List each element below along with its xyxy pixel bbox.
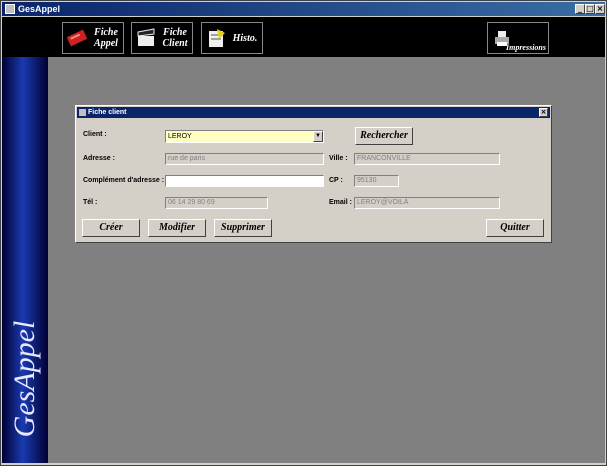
creer-button[interactable]: Créer: [82, 219, 140, 237]
client-select-value: LEROY: [168, 133, 192, 140]
sidebar: GesAppel: [2, 57, 48, 463]
ticket-icon: [66, 29, 88, 47]
sidebar-brand-text: GesAppel: [8, 320, 41, 438]
window-titlebar[interactable]: GesAppel _ □ ×: [2, 2, 605, 16]
client-select[interactable]: LEROY ▼: [165, 130, 324, 143]
cp-label: CP :: [329, 177, 343, 184]
supprimer-button[interactable]: Supprimer: [214, 219, 272, 237]
adresse-field[interactable]: rue de paris: [165, 153, 324, 165]
toolbar: Fiche Appel Fiche Client Histo. Impressi…: [2, 17, 605, 57]
client-label: Client :: [83, 131, 107, 138]
chevron-down-icon[interactable]: ▼: [313, 131, 323, 142]
dialog-icon: [79, 109, 86, 116]
app-icon: [5, 4, 15, 14]
tel-field[interactable]: 06 14 29 80 69: [165, 197, 268, 209]
impressions-label: Impressions: [505, 43, 546, 52]
complement-field[interactable]: [165, 175, 324, 187]
dialog-titlebar[interactable]: Fiche client ×: [77, 107, 550, 118]
dialog-title: Fiche client: [88, 109, 127, 116]
fiche-client-line1: Fiche: [163, 27, 187, 38]
fiche-appel-button[interactable]: Fiche Appel: [62, 22, 124, 54]
quitter-button[interactable]: Quitter: [486, 219, 544, 237]
minimize-button[interactable]: _: [575, 4, 585, 14]
fiche-client-button[interactable]: Fiche Client: [131, 22, 193, 54]
email-label: Email :: [329, 199, 352, 206]
dialog-close-button[interactable]: ×: [539, 108, 548, 117]
fiche-appel-line1: Fiche: [94, 27, 118, 38]
ville-label: Ville :: [329, 155, 348, 162]
fiche-client-line2: Client: [162, 38, 188, 49]
clapperboard-icon: [137, 28, 155, 46]
modifier-button[interactable]: Modifier: [148, 219, 206, 237]
cp-field[interactable]: 95130: [354, 175, 399, 187]
email-field[interactable]: LEROY@VOILÀ: [354, 197, 500, 209]
fiche-client-dialog: Fiche client × Client : LEROY ▼ Recherch…: [75, 105, 552, 243]
maximize-button[interactable]: □: [585, 4, 595, 14]
close-button[interactable]: ×: [595, 4, 605, 14]
ville-field[interactable]: FRANCONVILLE: [354, 153, 500, 165]
fiche-appel-line2: Appel: [94, 38, 118, 49]
histo-button[interactable]: Histo.: [201, 22, 263, 54]
complement-label: Complément d'adresse :: [83, 177, 165, 184]
tel-label: Tél :: [83, 199, 98, 206]
sidebar-brand: GesAppel: [2, 309, 48, 449]
rechercher-button[interactable]: Rechercher: [355, 127, 413, 145]
history-notes-icon: [209, 29, 225, 47]
impressions-button[interactable]: Impressions: [487, 22, 549, 54]
adresse-label: Adresse :: [83, 155, 115, 162]
app-window: GesAppel _ □ × Fiche Appel Fiche Client: [0, 0, 607, 466]
window-title: GesAppel: [18, 4, 61, 14]
histo-label: Histo.: [232, 33, 258, 44]
